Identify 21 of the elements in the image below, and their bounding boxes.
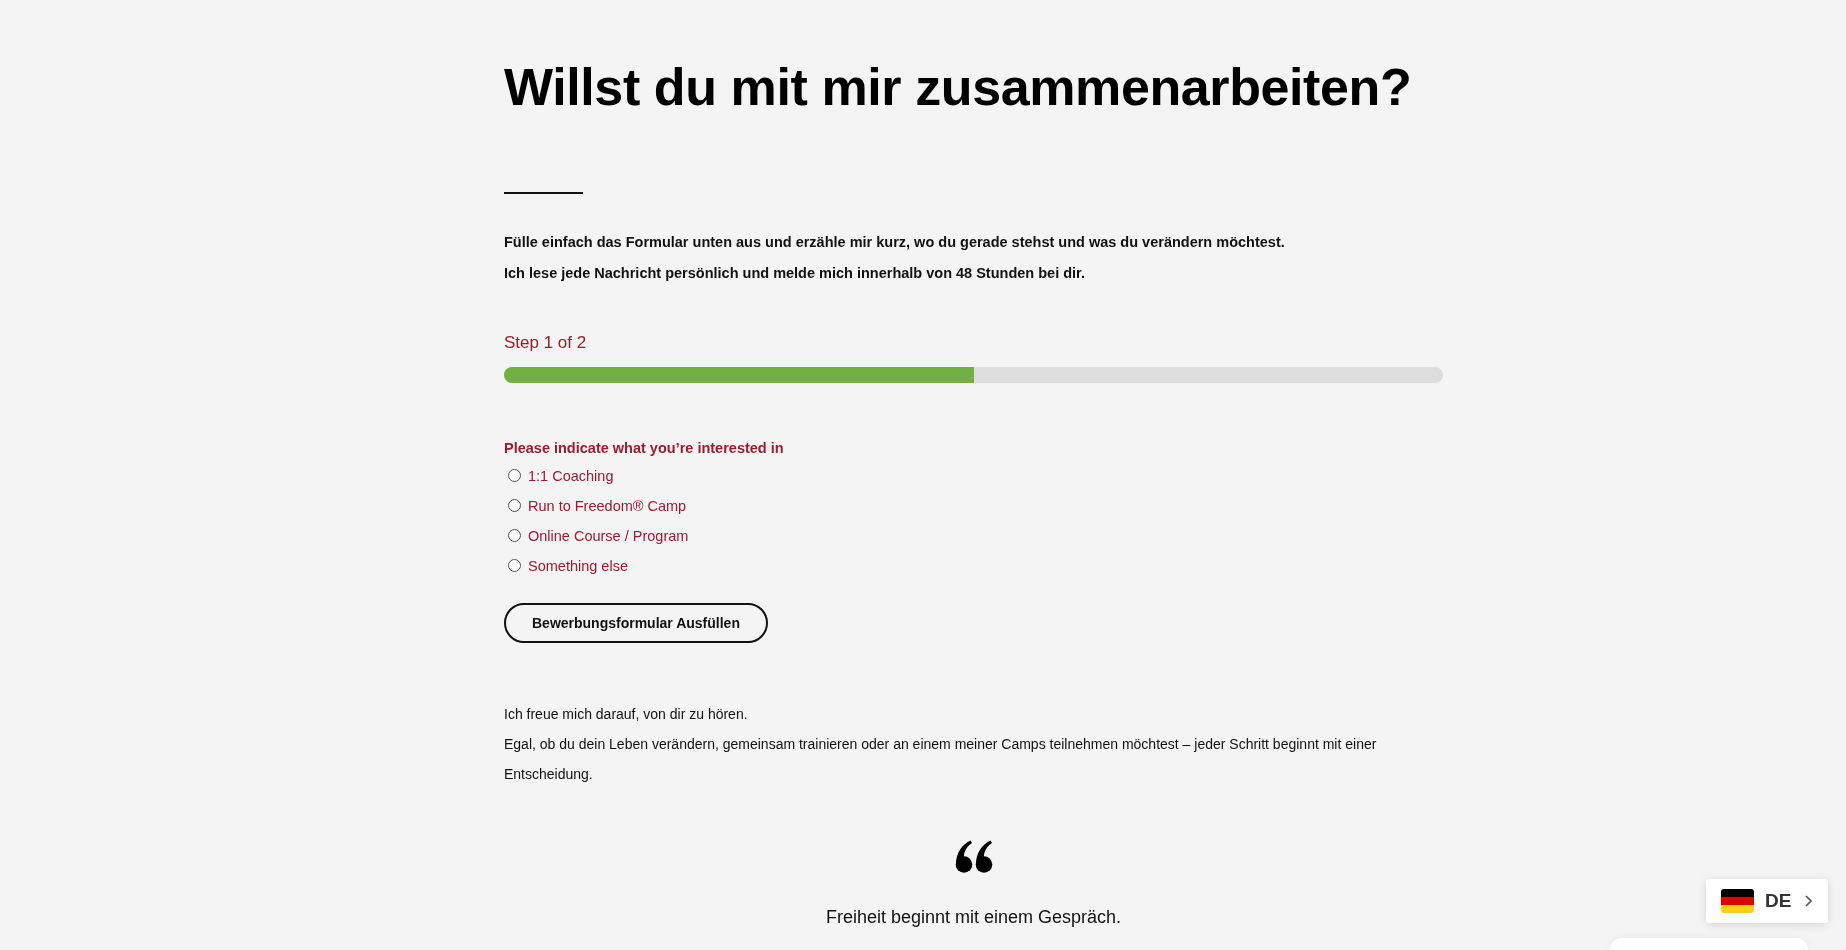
- flag-icon: [1721, 889, 1754, 913]
- quote-text: Freiheit beginnt mit einem Gespräch.: [825, 906, 1122, 929]
- radio-button[interactable]: [508, 498, 521, 512]
- radio-label[interactable]: Something else: [526, 556, 628, 576]
- intro-text: Ich lese jede Nachricht persönlich und melde mich innerhalb von 48 Stunden bei dir.: [504, 264, 1086, 283]
- language-button[interactable]: DE: [1706, 879, 1828, 923]
- radio-button[interactable]: [508, 468, 521, 482]
- submit-button[interactable]: Bewerbungsformular Ausfüllen: [504, 603, 768, 643]
- question-label: Please indicate what you’re interested in: [504, 439, 784, 458]
- radio-label[interactable]: Run to Freedom® Camp: [526, 496, 687, 516]
- radio-button[interactable]: [508, 528, 521, 542]
- radio-label[interactable]: 1:1 Coaching: [526, 466, 614, 486]
- closing-text: Ich freue mich darauf, von dir zu hören.: [504, 705, 749, 724]
- closing-text: Egal, ob du dein Leben verändern, gemeinsam trainieren oder an einem meiner Camps teilnehmen möchtest – jeder Schritt beginnt mit einer Entscheidung.: [504, 735, 1378, 784]
- page-heading: Willst du mit mir zusammenarbeiten?: [504, 57, 1412, 118]
- radio-button[interactable]: [508, 558, 521, 572]
- chevron-right-icon: [1805, 895, 1813, 907]
- intro-text: Fülle einfach das Formular unten aus und erzähle mir kurz, wo du gerade stehst und was du verändern möchtest.: [504, 233, 1285, 252]
- quote-icon: [954, 840, 993, 873]
- step-label: Step 1 of 2: [504, 332, 587, 354]
- radio-label[interactable]: Online Course / Program: [526, 526, 689, 546]
